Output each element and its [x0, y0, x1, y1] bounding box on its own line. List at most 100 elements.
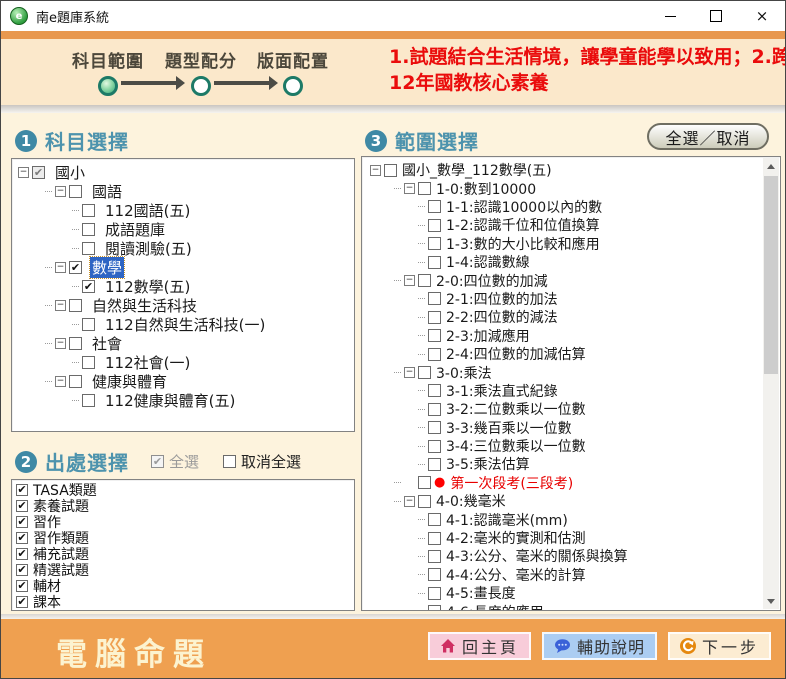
tree-item[interactable]: 4-2:毫米的實測和估測: [362, 529, 763, 547]
tree-item-label[interactable]: 1-1:認識10000以內的數: [444, 197, 604, 217]
tree-item[interactable]: 2-2:四位數的減法: [362, 308, 763, 326]
expand-collapse-toggle[interactable]: −: [404, 496, 415, 507]
tree-item[interactable]: −自然與生活科技: [12, 296, 354, 315]
checkbox[interactable]: [428, 329, 441, 342]
help-button[interactable]: 輔助說明: [542, 632, 657, 660]
expand-collapse-toggle[interactable]: −: [370, 165, 381, 176]
tree-item[interactable]: 4-3:公分、毫米的關係與換算: [362, 547, 763, 565]
next-step-button[interactable]: 下一步: [668, 632, 771, 660]
tree-item-label[interactable]: 1-3:數的大小比較和應用: [444, 234, 602, 254]
tree-item-label[interactable]: 國語: [90, 181, 124, 202]
tree-item[interactable]: −3-0:乘法: [362, 363, 763, 381]
tree-item-label[interactable]: 4-5:畫長度: [444, 583, 518, 603]
checkbox[interactable]: [428, 532, 441, 545]
tree-item[interactable]: 成語題庫: [12, 220, 354, 239]
tree-item[interactable]: − 健康與體育: [12, 372, 354, 391]
expand-collapse-toggle[interactable]: −: [55, 262, 66, 273]
tree-item[interactable]: 2-1:四位數的加法: [362, 290, 763, 308]
source-list-item[interactable]: 精選試題: [12, 562, 354, 578]
source-list-item[interactable]: 素養試題: [12, 498, 354, 514]
checkbox[interactable]: [16, 548, 28, 560]
scrollbar-down-button[interactable]: [763, 593, 779, 609]
checkbox[interactable]: [69, 337, 82, 350]
tree-item[interactable]: −社會: [12, 334, 354, 353]
tree-item[interactable]: − 國語: [12, 182, 354, 201]
step-circle-3[interactable]: [283, 76, 303, 96]
tree-item[interactable]: − 數學: [12, 258, 354, 277]
tree-item-label[interactable]: 4-6:長度的應用: [444, 602, 546, 611]
checkbox[interactable]: [428, 311, 441, 324]
tree-item[interactable]: 4-5:畫長度: [362, 584, 763, 602]
checkbox[interactable]: [428, 237, 441, 250]
checkbox[interactable]: [428, 513, 441, 526]
tree-item[interactable]: ●第一次段考(三段考): [362, 474, 763, 492]
tree-item-label[interactable]: 數學: [90, 257, 124, 278]
tree-item-label[interactable]: 國小_數學_112數學(五): [400, 160, 554, 180]
tree-item[interactable]: 4-6:長度的應用: [362, 602, 763, 611]
checkbox[interactable]: [82, 242, 95, 255]
checkbox[interactable]: [16, 580, 28, 592]
tree-item-label[interactable]: 1-0:數到10000: [434, 179, 538, 199]
tree-item-label[interactable]: 2-4:四位數的加減估算: [444, 344, 588, 364]
checkbox[interactable]: [16, 564, 28, 576]
checkbox[interactable]: [82, 318, 95, 331]
checkbox[interactable]: [428, 256, 441, 269]
tree-item-label[interactable]: 成語題庫: [103, 219, 167, 240]
expand-collapse-toggle[interactable]: −: [55, 376, 66, 387]
checkbox[interactable]: [82, 223, 95, 236]
scrollbar-thumb[interactable]: [764, 176, 778, 374]
tree-item-label[interactable]: 3-3:幾百乘以一位數: [444, 418, 574, 438]
checkbox[interactable]: [418, 495, 431, 508]
tree-item[interactable]: 112國語(五): [12, 201, 354, 220]
checkbox[interactable]: [428, 605, 441, 611]
step-circle-2[interactable]: [191, 76, 211, 96]
scrollbar[interactable]: [763, 158, 779, 609]
tree-item[interactable]: 2-3:加減應用: [362, 327, 763, 345]
tree-item[interactable]: 112社會(一): [12, 353, 354, 372]
tree-item-label[interactable]: 2-3:加減應用: [444, 326, 532, 346]
scrollbar-up-button[interactable]: [763, 158, 779, 174]
checkbox[interactable]: [418, 182, 431, 195]
tree-item-label[interactable]: 1-2:認識千位和位值換算: [444, 215, 602, 235]
deselect-all-checkbox[interactable]: [223, 455, 236, 468]
tree-item-label[interactable]: 4-2:毫米的實測和估測: [444, 528, 588, 548]
step-circle-1[interactable]: [98, 76, 118, 96]
expand-collapse-toggle[interactable]: −: [55, 338, 66, 349]
tree-item[interactable]: 1-2:認識千位和位值換算: [362, 216, 763, 234]
checkbox[interactable]: [82, 280, 95, 293]
tree-item[interactable]: −1-0:數到10000: [362, 179, 763, 197]
source-list-item[interactable]: 輔材: [12, 578, 354, 594]
tree-item-label[interactable]: 4-4:公分、毫米的計算: [444, 565, 588, 585]
tree-item[interactable]: 112數學(五): [12, 277, 354, 296]
tree-item[interactable]: 3-2:二位數乘以一位數: [362, 400, 763, 418]
checkbox[interactable]: [69, 185, 82, 198]
checkbox[interactable]: [418, 476, 431, 489]
home-button[interactable]: 回主頁: [428, 632, 531, 660]
tree-item-label[interactable]: 3-5:乘法估算: [444, 454, 532, 474]
tree-item-label[interactable]: 112自然與生活科技(一): [103, 314, 267, 335]
checkbox[interactable]: [16, 484, 28, 496]
checkbox[interactable]: [69, 299, 82, 312]
tree-item-label[interactable]: 2-1:四位數的加法: [444, 289, 560, 309]
tree-item[interactable]: 112健康與體育(五): [12, 391, 354, 410]
tree-item-label[interactable]: 3-1:乘法直式紀錄: [444, 381, 560, 401]
tree-item-label[interactable]: 4-3:公分、毫米的關係與換算: [444, 546, 630, 566]
maximize-button[interactable]: [693, 1, 739, 31]
checkbox[interactable]: [428, 568, 441, 581]
checkbox[interactable]: [82, 356, 95, 369]
checkbox[interactable]: [16, 532, 28, 544]
tree-item-label[interactable]: 健康與體育: [90, 371, 169, 392]
tree-item[interactable]: −國小: [12, 163, 354, 182]
tree-item-label[interactable]: 閱讀測驗(五): [103, 238, 194, 259]
expand-collapse-toggle[interactable]: −: [55, 186, 66, 197]
checkbox[interactable]: [428, 348, 441, 361]
expand-collapse-toggle[interactable]: −: [404, 275, 415, 286]
tree-item-label[interactable]: 3-4:三位數乘以一位數: [444, 436, 588, 456]
checkbox[interactable]: [428, 219, 441, 232]
checkbox[interactable]: [418, 274, 431, 287]
tree-item-label[interactable]: 1-4:認識數線: [444, 252, 532, 272]
expand-collapse-toggle[interactable]: −: [404, 367, 415, 378]
checkbox[interactable]: [428, 292, 441, 305]
minimize-button[interactable]: [647, 1, 693, 31]
checkbox[interactable]: [82, 394, 95, 407]
